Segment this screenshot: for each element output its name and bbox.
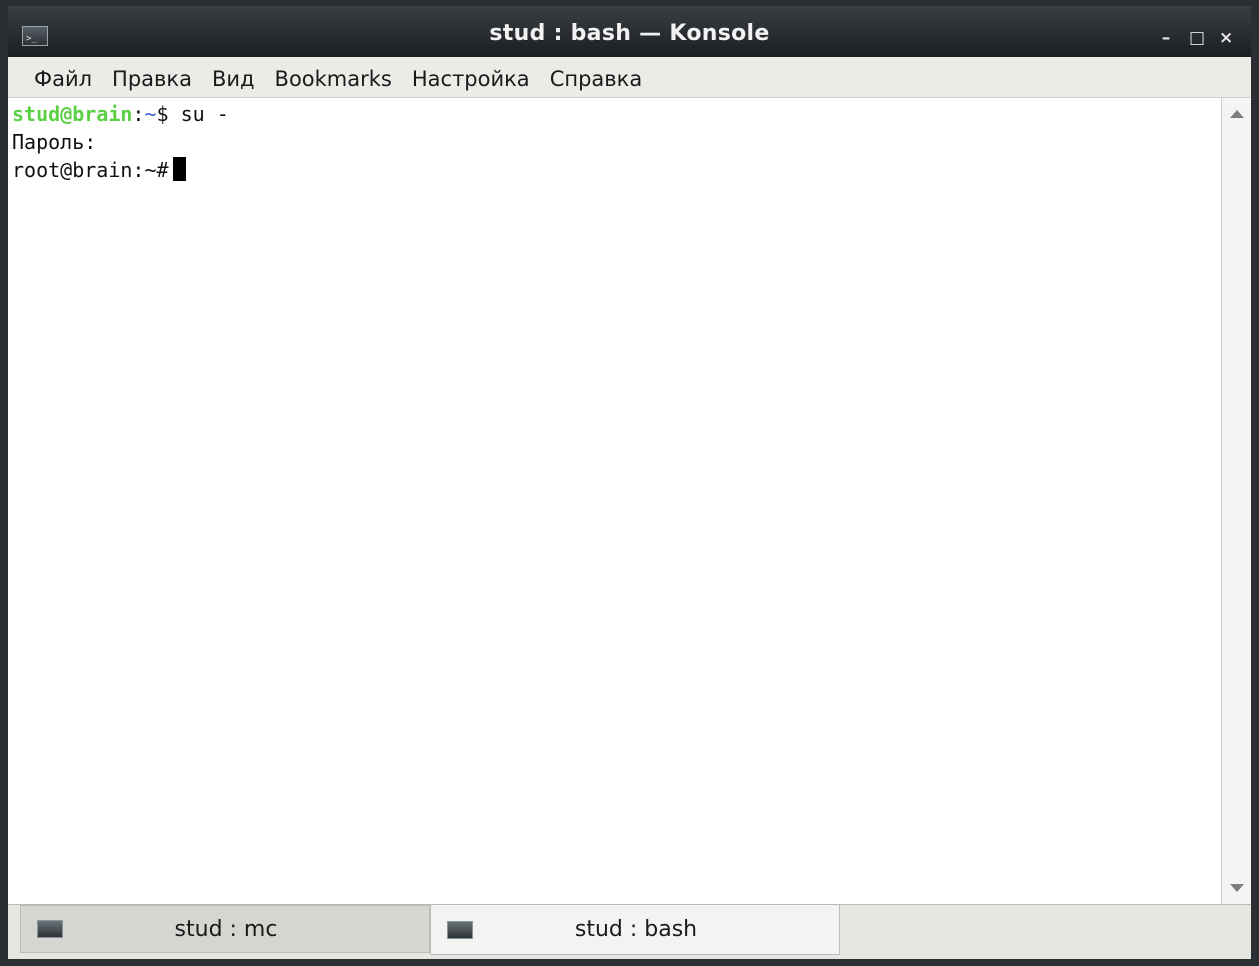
prompt-path: ~ xyxy=(144,102,157,126)
window-controls: – □ × xyxy=(1159,28,1234,48)
window-title: stud : bash — Konsole xyxy=(489,21,770,46)
tab-label: stud : mc xyxy=(174,916,278,942)
menu-help[interactable]: Справка xyxy=(540,57,653,91)
vertical-scrollbar[interactable] xyxy=(1221,98,1251,904)
close-button[interactable]: × xyxy=(1219,28,1233,48)
scroll-up-arrow-icon[interactable] xyxy=(1229,110,1244,118)
tab-label: stud : bash xyxy=(574,917,698,942)
tab-stud-bash[interactable]: stud : bash xyxy=(430,905,840,955)
menu-view[interactable]: Вид xyxy=(202,57,265,91)
title-bar[interactable]: >_ stud : bash — Konsole – □ × xyxy=(8,6,1251,57)
text-cursor xyxy=(172,157,186,181)
scroll-down-arrow-icon[interactable] xyxy=(1229,884,1244,892)
minimize-button[interactable]: – xyxy=(1159,28,1173,48)
terminal-icon xyxy=(37,920,63,938)
tab-stud-mc[interactable]: stud : mc xyxy=(20,905,430,953)
prompt-colon: : xyxy=(132,102,145,126)
menu-settings[interactable]: Настройка xyxy=(402,57,540,91)
menu-bookmarks[interactable]: Bookmarks xyxy=(265,57,402,91)
tab-bar: stud : mc stud : bash xyxy=(8,904,1251,959)
konsole-window: >_ stud : bash — Konsole – □ × Файл Прав… xyxy=(0,0,1259,966)
root-prompt: root@brain:~# xyxy=(12,158,169,182)
terminal-icon xyxy=(447,920,473,939)
menu-bar: Файл Правка Вид Bookmarks Настройка Спра… xyxy=(8,57,1251,98)
menu-edit[interactable]: Правка xyxy=(102,57,202,91)
terminal-line: Пароль: xyxy=(12,130,97,154)
prompt-command: $ su - xyxy=(156,102,229,126)
terminal-line: stud@brain:~$ su - xyxy=(12,100,1221,128)
prompt-user: stud@brain xyxy=(12,102,133,126)
menu-file[interactable]: Файл xyxy=(24,57,102,91)
maximize-button[interactable]: □ xyxy=(1189,28,1205,48)
terminal-area[interactable]: stud@brain:~$ su - Пароль: root@brain:~# xyxy=(8,98,1221,904)
terminal-line: root@brain:~# xyxy=(12,156,1221,184)
